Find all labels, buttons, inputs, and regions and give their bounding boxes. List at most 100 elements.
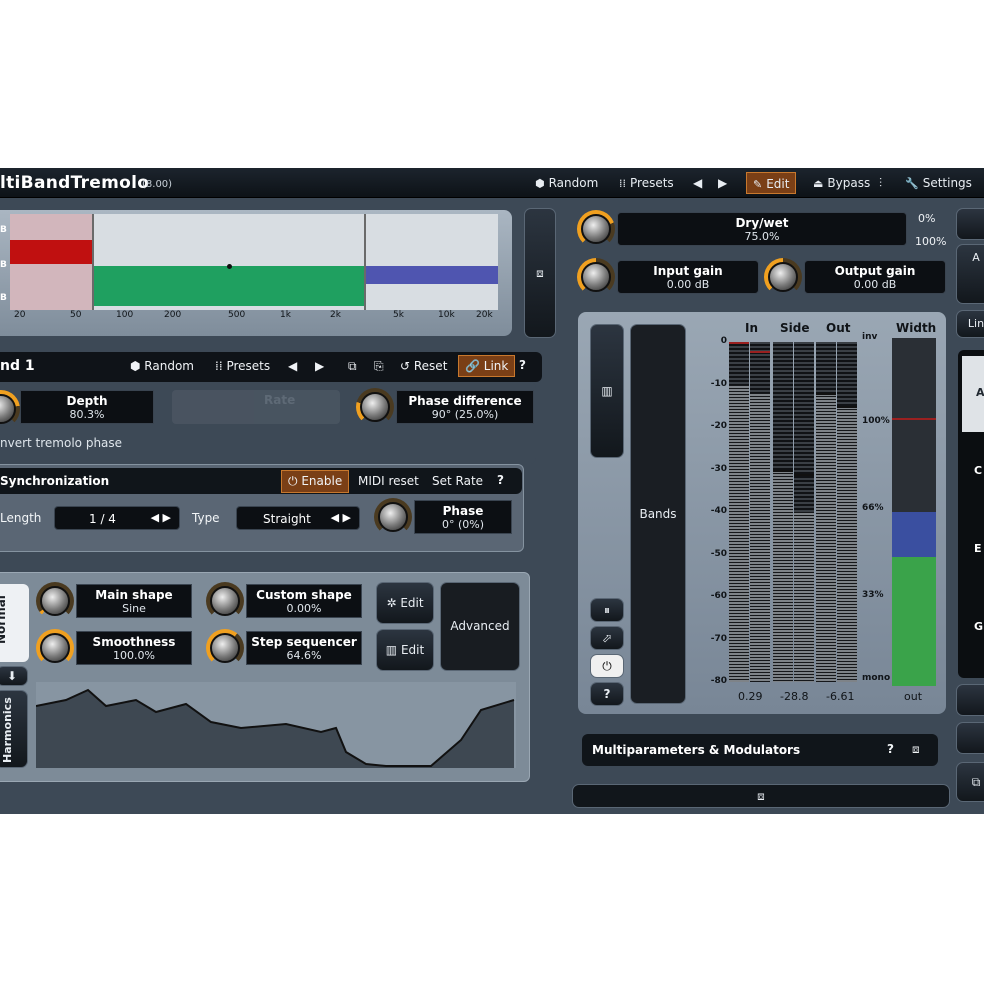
band-link-button[interactable]: 🔗 Link (458, 355, 516, 377)
tab-scroll-down[interactable]: ⬇ (0, 666, 28, 686)
preset-next-button[interactable]: ▶ (718, 172, 727, 194)
detach-button[interactable]: ⬀ (590, 626, 624, 650)
smoothness-knob[interactable] (36, 629, 74, 667)
multiparams-header: Multiparameters & Modulators ? ⧈ (582, 734, 938, 766)
edit-button[interactable]: ✎ Edit (746, 172, 797, 194)
bottom-expand-button[interactable]: ⧈ (572, 784, 950, 808)
edge-button-a[interactable]: A (956, 244, 984, 304)
band-split-1[interactable] (92, 214, 94, 310)
phase-knob[interactable] (374, 498, 412, 536)
band-1-region[interactable] (10, 240, 92, 264)
edge-button-1[interactable] (956, 208, 984, 240)
phase-box[interactable]: Phase 0° (0%) (414, 500, 512, 534)
midi-reset-button[interactable]: MIDI reset (358, 474, 419, 488)
multiparams-layout-icon[interactable]: ⧈ (912, 742, 920, 757)
spectrum-collapse-button[interactable]: ⧈ (524, 208, 556, 338)
output-gain-knob[interactable] (764, 258, 802, 296)
edit-shape-button[interactable]: ✲ Edit (376, 582, 434, 624)
pause-button[interactable]: ⏸ (590, 598, 624, 622)
edge-tab-a[interactable]: A (962, 356, 984, 432)
drywet-box[interactable]: Dry/wet 75.0% (617, 212, 907, 246)
app-version: (8.00) (142, 179, 173, 190)
invert-phase-toggle[interactable]: nvert tremolo phase (0, 436, 122, 450)
band-help-button[interactable]: ? (519, 358, 526, 372)
waveform-display (36, 682, 516, 768)
length-value: 1 / 4 (89, 512, 116, 526)
smoothness-box[interactable]: Smoothness 100.0% (76, 631, 192, 665)
plugin-window: ltiBandTremolo (8.00) ⬢ Random ⁞⁞ Presets … (0, 168, 984, 814)
edge-button-2[interactable] (956, 684, 984, 716)
band-3-region[interactable] (364, 266, 498, 284)
presets-button[interactable]: ⁞⁞ Presets (619, 172, 674, 194)
meter-help-button[interactable]: ? (590, 682, 624, 706)
meter-level-side_l (773, 469, 793, 682)
band-preset-prev[interactable]: ◀ (288, 359, 297, 373)
tab-normal[interactable]: Normal (0, 584, 29, 662)
band-preset-next[interactable]: ▶ (315, 359, 324, 373)
settings-button[interactable]: 🔧 Settings (905, 172, 972, 194)
meter-peak-side_r (794, 473, 814, 476)
step-seq-box[interactable]: Step sequencer 64.6% (246, 631, 362, 665)
meter-peak-in_r (750, 350, 770, 353)
edge-tab-c[interactable]: C (974, 464, 982, 477)
tab-harmonics[interactable]: Harmonics (0, 690, 28, 768)
band-presets-button[interactable]: ⁞⁞ Presets (215, 359, 270, 373)
phase-diff-knob[interactable] (356, 388, 394, 426)
edge-lin-button[interactable]: Lin (956, 310, 984, 338)
help-icon: ? (603, 687, 611, 701)
step-seq-value: 64.6% (286, 649, 322, 662)
meter-level-side_r (794, 512, 814, 682)
custom-shape-box[interactable]: Custom shape 0.00% (246, 584, 362, 618)
edge-tab-e[interactable]: E (974, 542, 982, 555)
band-split-2[interactable] (364, 214, 366, 310)
edit-sequencer-button[interactable]: ▥ Edit (376, 629, 434, 671)
band-random-button[interactable]: ⬢ Random (130, 359, 194, 373)
freq-label: 200 (164, 310, 182, 320)
input-gain-box[interactable]: Input gain 0.00 dB (617, 260, 759, 294)
paste-icon[interactable]: ⎘ (374, 359, 384, 374)
edge-button-3[interactable] (956, 722, 984, 754)
bands-button[interactable]: Bands (630, 324, 686, 704)
spectrum-display[interactable] (10, 214, 498, 310)
preset-prev-button[interactable]: ◀ (693, 172, 702, 194)
meter-view-button[interactable]: ▥ (590, 324, 624, 458)
output-gain-box[interactable]: Output gain 0.00 dB (804, 260, 946, 294)
band-reset-button[interactable]: ↺ Reset (400, 359, 447, 373)
advanced-button[interactable]: Advanced (440, 582, 520, 671)
band-2-region[interactable] (92, 266, 364, 306)
edge-copy-button[interactable]: ⧉ (956, 762, 984, 802)
phase-diff-box[interactable]: Phase difference 90° (25.0%) (396, 390, 534, 424)
meter-settings-button[interactable]: ⫶ (879, 172, 882, 194)
length-selector[interactable]: 1 / 4 ◀ ▶ (54, 506, 180, 530)
main-shape-knob[interactable] (36, 582, 74, 620)
copy-icon[interactable]: ⧉ (348, 359, 357, 374)
custom-shape-knob[interactable] (206, 582, 244, 620)
random-button[interactable]: ⬢ Random (535, 172, 598, 194)
bypass-button[interactable]: ⏏ Bypass (813, 172, 870, 194)
spectrum-marker[interactable] (227, 264, 232, 269)
meter-power-button[interactable]: ⏻ (590, 654, 624, 678)
arrow-down-icon: ⬇ (6, 669, 18, 683)
band-title: nd 1 (0, 358, 35, 374)
length-arrows[interactable]: ◀ ▶ (151, 511, 171, 524)
pause-icon: ⏸ (603, 603, 610, 617)
meter-scale-label: -70 (710, 633, 727, 644)
type-arrows[interactable]: ◀ ▶ (331, 511, 351, 524)
type-selector[interactable]: Straight ◀ ▶ (236, 506, 360, 530)
width-scale-label: 100% (862, 415, 890, 426)
depth-value-box[interactable]: Depth 80.3% (20, 390, 154, 424)
main-shape-box[interactable]: Main shape Sine (76, 584, 192, 618)
sync-help-button[interactable]: ? (497, 473, 504, 487)
set-rate-button[interactable]: Set Rate (432, 474, 483, 488)
input-gain-knob[interactable] (577, 258, 615, 296)
meter-peak-out_l (816, 393, 836, 395)
sliders-icon: ⫶ (879, 176, 883, 190)
custom-shape-value: 0.00% (286, 602, 322, 615)
step-seq-knob[interactable] (206, 629, 244, 667)
multiparams-help[interactable]: ? (887, 742, 894, 756)
bypass-icon: ⏏ (813, 177, 824, 190)
drywet-knob[interactable] (577, 210, 615, 248)
sync-enable-button[interactable]: ⏻ Enable (281, 470, 350, 493)
edge-tab-g[interactable]: G (974, 620, 983, 633)
depth-value: 80.3% (69, 408, 105, 421)
